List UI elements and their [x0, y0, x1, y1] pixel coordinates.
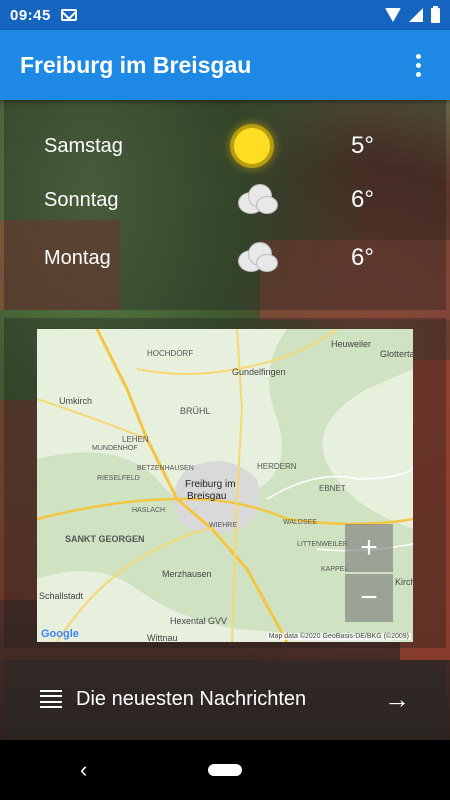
map-label: Breisgau	[187, 491, 227, 502]
map-label: BETZENHAUSEN	[137, 465, 194, 472]
forecast-row: Montag 6°	[44, 242, 374, 274]
google-logo: Google	[41, 628, 79, 640]
map-label: Hexental GVV	[170, 616, 228, 626]
map-label: Gundelfingen	[232, 367, 286, 377]
map-credit[interactable]: Map data ©2020 GeoBasis-DE/BKG (©2009)	[266, 633, 411, 640]
forecast-day: Montag	[44, 246, 111, 269]
list-icon	[40, 690, 62, 708]
forecast-temp: 5°	[351, 132, 374, 159]
forecast-day: Samstag	[44, 134, 123, 157]
cloud-icon	[234, 184, 280, 216]
map-label: LITTENWEILER	[297, 541, 348, 548]
news-label: Die neuesten Nachrichten	[76, 687, 307, 710]
cloud-icon	[234, 242, 280, 274]
zoom-in-button[interactable]: +	[345, 524, 393, 572]
map-label: BRÜHL	[180, 406, 211, 416]
city-map[interactable]: HOCHDORF Gundelfingen Heuweiler Glottert…	[37, 329, 413, 642]
status-time: 09:45	[10, 6, 51, 24]
sun-icon	[234, 128, 270, 164]
zoom-out-button[interactable]: −	[345, 574, 393, 622]
arrow-right-icon: →	[384, 683, 410, 714]
wifi-icon	[385, 8, 401, 22]
status-bar: 09:45	[0, 0, 450, 30]
forecast-temp: 6°	[351, 186, 374, 213]
map-label: WALDSEE	[283, 519, 317, 526]
map-label: SANKT GEORGEN	[65, 534, 145, 544]
map-label: HASLACH	[132, 507, 166, 514]
map-label: RIESELFELD	[97, 475, 140, 482]
map-label: Freiburg im	[185, 479, 236, 490]
map-label: Heuweiler	[331, 339, 372, 349]
forecast-row: Sonntag 6°	[44, 184, 374, 216]
home-pill-icon[interactable]	[208, 764, 242, 776]
signal-icon	[409, 8, 423, 22]
map-label: Wittnau	[147, 633, 178, 642]
back-icon[interactable]: ‹	[80, 757, 87, 783]
map-label: Umkirch	[59, 396, 92, 406]
forecast-card: Samstag 5° Sonntag 6° Montag 6°	[4, 100, 446, 310]
map-label: LEHEN	[122, 435, 149, 444]
forecast-temp: 6°	[351, 244, 374, 271]
map-label: MUNDENHOF	[92, 445, 138, 452]
map-label: Schallstadt	[39, 591, 84, 601]
map-label: Glotterta	[380, 349, 413, 359]
forecast-row: Samstag 5°	[44, 128, 374, 164]
map-label: EBNET	[319, 484, 346, 493]
overflow-menu-icon[interactable]	[406, 50, 430, 80]
map-label: Kirch	[395, 577, 413, 587]
map-label: WIEHRE	[209, 522, 237, 529]
page-title: Freiburg im Breisgau	[20, 51, 252, 78]
app-bar: Freiburg im Breisgau	[0, 30, 450, 100]
map-label: HOCHDORF	[147, 349, 194, 358]
gmail-icon	[60, 9, 77, 21]
map-label: Merzhausen	[162, 569, 212, 579]
system-nav-bar: ‹	[0, 740, 450, 800]
map-label: HERDERN	[257, 462, 297, 471]
battery-icon	[431, 5, 440, 23]
forecast-day: Sonntag	[44, 188, 119, 211]
news-button[interactable]: Die neuesten Nachrichten →	[4, 660, 446, 738]
